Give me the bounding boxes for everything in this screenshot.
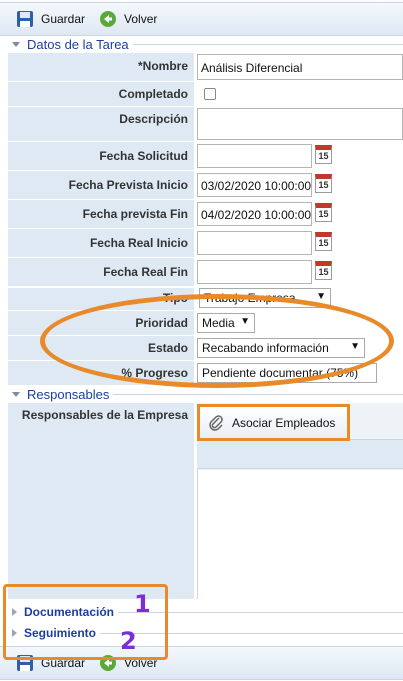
- completed-value-cell: [197, 82, 403, 106]
- type-label: Tipo: [8, 288, 194, 310]
- priority-select-value: Media: [202, 316, 235, 330]
- priority-label: Prioridad: [8, 311, 194, 335]
- type-value-cell: Trabajo Empresa ▼: [197, 288, 403, 310]
- green-arrow-back-icon: [100, 11, 117, 27]
- planned-end-row: Fecha prevista Fin 04/02/2020 10:00:00 1…: [8, 200, 403, 228]
- top-toolbar: Guardar Volver: [0, 2, 403, 36]
- description-value-cell: [197, 107, 403, 141]
- status-select[interactable]: Recabando información ▼: [197, 338, 365, 358]
- name-value-cell: Análisis Diferencial: [197, 53, 403, 81]
- planned-start-input[interactable]: 03/02/2020 10:00:00: [197, 173, 312, 197]
- progress-select[interactable]: Pendiente documentar (75%): [197, 363, 377, 383]
- actual-end-label: Fecha Real Fin: [8, 258, 194, 286]
- planned-end-value-cell: 04/02/2020 10:00:00 15: [197, 200, 403, 228]
- actual-start-label: Fecha Real Inicio: [8, 229, 194, 257]
- task-section-title: Datos de la Tarea: [27, 36, 129, 52]
- tracking-section-title: Seguimiento: [24, 626, 97, 640]
- planned-end-label: Fecha prevista Fin: [8, 200, 194, 228]
- task-section-header[interactable]: Datos de la Tarea: [0, 36, 403, 52]
- save-button-label: Guardar: [41, 12, 86, 26]
- status-select-value: Recabando información: [202, 341, 329, 355]
- dropdown-arrow-icon: ▼: [240, 316, 250, 327]
- name-label: *Nombre: [8, 53, 194, 81]
- green-arrow-back-icon: [100, 655, 117, 671]
- save-button[interactable]: Guardar: [16, 654, 85, 672]
- company-responsables-label: Responsables de la Empresa: [8, 403, 194, 599]
- progress-row: % Progreso Pendiente documentar (75%): [8, 361, 403, 385]
- expand-triangle-icon: [12, 629, 17, 637]
- actual-end-input[interactable]: [197, 260, 312, 284]
- planned-start-row: Fecha Prevista Inicio 03/02/2020 10:00:0…: [8, 171, 403, 199]
- type-select-value: Trabajo Empresa: [204, 291, 296, 305]
- calendar-icon[interactable]: 15: [315, 203, 332, 222]
- completed-row: Completado: [8, 82, 403, 106]
- expand-triangle-icon: [12, 608, 17, 616]
- tracking-section-header[interactable]: Seguimiento: [0, 625, 403, 641]
- collapse-triangle-icon: [12, 41, 20, 47]
- completed-checkbox[interactable]: [204, 88, 216, 100]
- actual-end-value-cell: 15: [197, 258, 403, 286]
- requested-date-label: Fecha Solicitud: [8, 142, 194, 170]
- calendar-icon[interactable]: 15: [315, 232, 332, 251]
- floppy-disk-icon: [17, 11, 33, 27]
- completed-label: Completado: [8, 82, 194, 106]
- name-input[interactable]: Análisis Diferencial: [197, 54, 403, 80]
- collapse-triangle-icon: [12, 391, 20, 397]
- documentation-section-title: Documentación: [24, 605, 115, 619]
- planned-start-label: Fecha Prevista Inicio: [8, 171, 194, 199]
- associate-employees-button[interactable]: Asociar Empleados: [197, 404, 350, 441]
- actual-start-value-cell: 15: [197, 229, 403, 257]
- planned-end-input[interactable]: 04/02/2020 10:00:00: [197, 202, 312, 226]
- annotation-number-2: 2: [120, 627, 137, 655]
- section-divider: [118, 611, 403, 613]
- priority-row: Prioridad Media ▼: [8, 311, 403, 335]
- type-row: Tipo Trabajo Empresa ▼: [8, 288, 403, 310]
- priority-select[interactable]: Media ▼: [197, 313, 255, 333]
- progress-value-cell: Pendiente documentar (75%): [197, 361, 403, 385]
- section-divider: [100, 632, 403, 634]
- requested-date-input[interactable]: [197, 144, 312, 168]
- priority-value-cell: Media ▼: [197, 311, 403, 335]
- actual-end-row: Fecha Real Fin 15: [8, 258, 403, 286]
- name-row: *Nombre Análisis Diferencial: [8, 53, 403, 81]
- dropdown-arrow-icon: ▼: [316, 291, 326, 302]
- associate-employees-label: Asociar Empleados: [232, 415, 336, 430]
- calendar-icon[interactable]: 15: [315, 145, 332, 164]
- save-button[interactable]: Guardar: [16, 10, 85, 28]
- actual-start-input[interactable]: [197, 231, 312, 255]
- save-button-label: Guardar: [41, 656, 86, 670]
- calendar-icon[interactable]: 15: [315, 261, 332, 280]
- description-textarea[interactable]: [197, 108, 403, 140]
- status-label: Estado: [8, 336, 194, 360]
- back-button[interactable]: Volver: [99, 10, 157, 28]
- progress-select-value: Pendiente documentar (75%): [202, 366, 359, 380]
- requested-date-row: Fecha Solicitud 15: [8, 142, 403, 170]
- annotation-number-1: 1: [134, 590, 151, 618]
- grid-body: [197, 470, 403, 599]
- back-button-label: Volver: [124, 12, 158, 26]
- actual-start-row: Fecha Real Inicio 15: [8, 229, 403, 257]
- section-divider: [113, 393, 403, 395]
- status-row: Estado Recabando información ▼: [8, 336, 403, 360]
- paperclip-icon: [209, 414, 223, 431]
- description-label: Descripción: [8, 107, 194, 141]
- planned-start-value-cell: 03/02/2020 10:00:00 15: [197, 171, 403, 199]
- bottom-toolbar: Guardar Volver: [0, 646, 403, 680]
- responsables-section-title: Responsables: [27, 386, 110, 402]
- documentation-section-header[interactable]: Documentación: [0, 604, 403, 620]
- requested-date-value-cell: 15: [197, 142, 403, 170]
- back-button[interactable]: Volver: [99, 654, 157, 672]
- status-value-cell: Recabando información ▼: [197, 336, 403, 360]
- dropdown-arrow-icon: ▼: [350, 341, 360, 352]
- grid-header: [197, 439, 403, 469]
- calendar-icon[interactable]: 15: [315, 174, 332, 193]
- responsables-section-header[interactable]: Responsables: [0, 386, 403, 402]
- floppy-disk-icon: [17, 655, 33, 671]
- section-divider: [132, 43, 403, 45]
- type-select[interactable]: Trabajo Empresa ▼: [199, 288, 331, 308]
- description-row: Descripción: [8, 107, 403, 141]
- back-button-label: Volver: [124, 656, 158, 670]
- progress-label: % Progreso: [8, 361, 194, 385]
